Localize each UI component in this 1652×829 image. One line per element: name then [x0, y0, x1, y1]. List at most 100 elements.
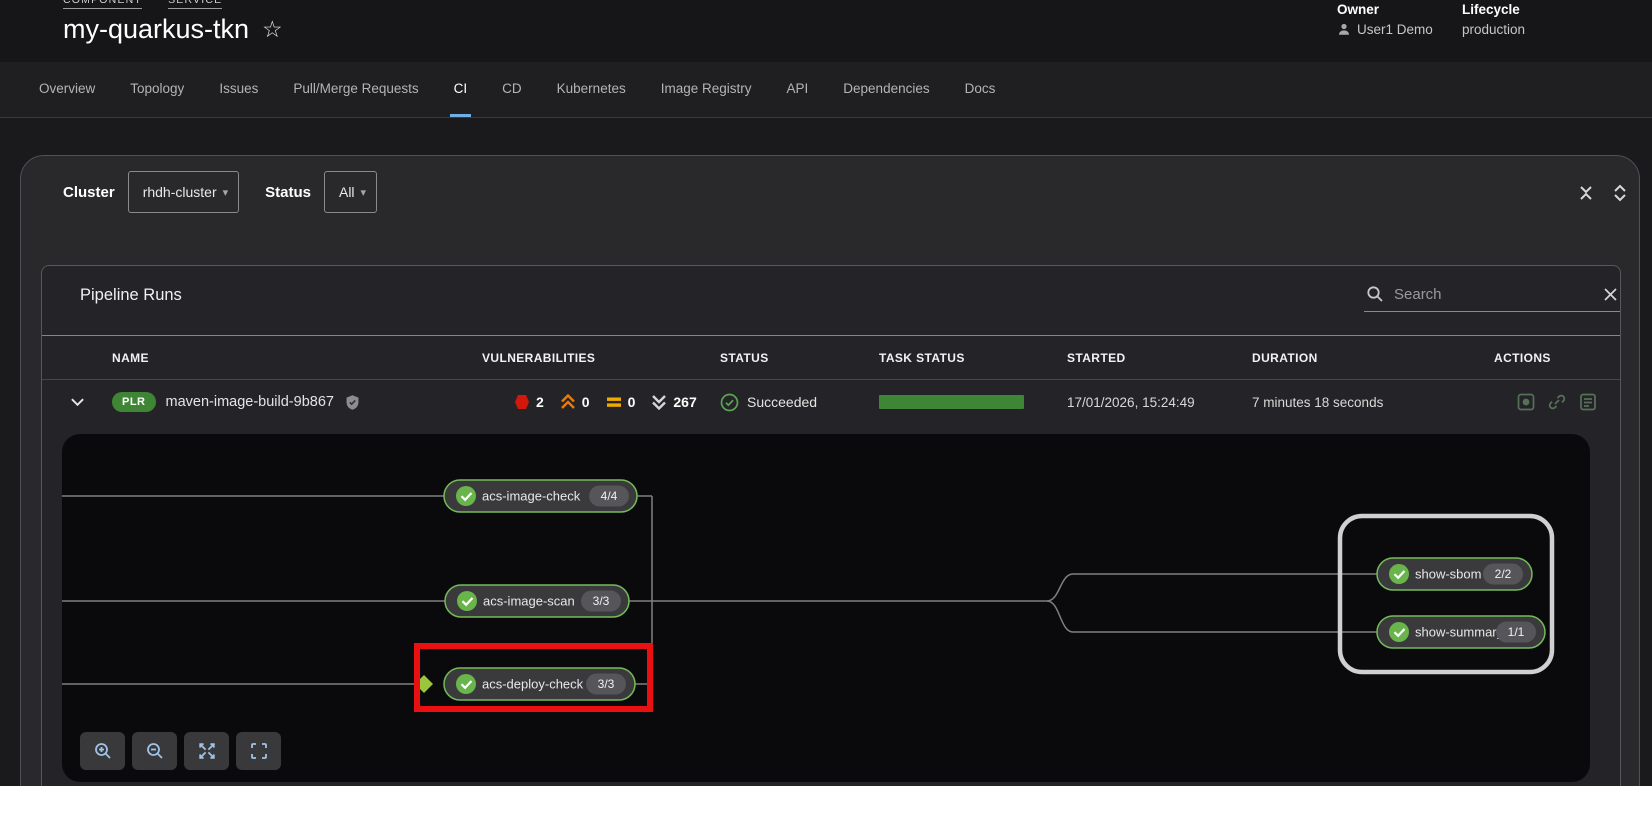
task-node-acs-deploy-check[interactable]: acs-deploy-check 3/3 — [444, 668, 635, 700]
cluster-label: Cluster — [63, 184, 115, 201]
breadcrumb-service[interactable]: SERVICE — [168, 0, 222, 9]
lifecycle-label: Lifecycle — [1462, 2, 1525, 17]
logs-icon[interactable] — [1578, 392, 1598, 412]
zoom-in-icon[interactable] — [80, 732, 125, 770]
output-icon[interactable] — [1516, 392, 1536, 412]
tab-ci[interactable]: CI — [450, 62, 472, 117]
row-expand-chevron-icon[interactable] — [42, 397, 112, 408]
low-severity-icon — [651, 394, 667, 410]
started-value: 17/01/2026, 15:24:49 — [1067, 395, 1252, 410]
duration-value: 7 minutes 18 seconds — [1252, 395, 1454, 410]
svg-text:3/3: 3/3 — [593, 594, 610, 608]
task-node-acs-image-check[interactable]: acs-image-check 4/4 — [444, 480, 637, 512]
check-circle-icon — [1389, 622, 1409, 642]
status-select[interactable]: All ▾ — [324, 171, 377, 213]
check-circle-icon — [1389, 564, 1409, 584]
zoom-out-icon[interactable] — [132, 732, 177, 770]
important-severity-icon — [560, 394, 576, 410]
pipeline-runs-table: NAME VULNERABILITIES STATUS TASK STATUS … — [42, 335, 1620, 424]
svg-text:acs-deploy-check: acs-deploy-check — [482, 677, 584, 692]
actions-cell — [1454, 392, 1620, 412]
status-label: Status — [265, 184, 311, 201]
tab-topology[interactable]: Topology — [126, 62, 188, 117]
owner-value[interactable]: User1 Demo — [1357, 22, 1433, 37]
app-header: COMPONENT SERVICE my-quarkus-tkn ☆ Owner… — [0, 0, 1652, 62]
succeeded-check-icon — [720, 393, 739, 412]
col-actions: ACTIONS — [1454, 351, 1620, 365]
filter-row: Cluster rhdh-cluster ▾ Status All ▾ — [21, 156, 1639, 218]
tab-cd[interactable]: CD — [498, 62, 526, 117]
person-icon — [1337, 22, 1351, 37]
graph-controls — [80, 732, 281, 770]
check-circle-icon — [456, 674, 476, 694]
task-node-show-summary[interactable]: show-summary 1/1 — [1377, 616, 1545, 648]
check-circle-icon — [456, 486, 476, 506]
plr-badge[interactable]: PLR — [112, 392, 156, 412]
critical-vuln: 2 — [514, 394, 544, 410]
svg-text:acs-image-scan: acs-image-scan — [483, 594, 575, 609]
search-icon — [1366, 285, 1384, 303]
task-node-show-sbom[interactable]: show-sbom 2/2 — [1377, 558, 1532, 590]
entity-tabs: Overview Topology Issues Pull/Merge Requ… — [0, 62, 1652, 118]
important-vuln: 0 — [560, 394, 590, 410]
chevron-down-icon: ▾ — [361, 186, 367, 199]
vulnerabilities-cell: 2 0 0 267 — [482, 394, 720, 410]
chevron-down-icon: ▾ — [223, 186, 229, 199]
moderate-severity-icon — [606, 394, 622, 410]
task-node-acs-image-scan[interactable]: acs-image-scan 3/3 — [445, 585, 629, 617]
search-box — [1364, 281, 1621, 312]
pipeline-edges — [62, 496, 1377, 684]
col-status: STATUS — [720, 351, 879, 365]
page-title: my-quarkus-tkn — [63, 14, 249, 45]
table-header-row: NAME VULNERABILITIES STATUS TASK STATUS … — [42, 336, 1620, 380]
close-icon[interactable] — [1603, 287, 1618, 302]
tab-docs[interactable]: Docs — [961, 62, 1000, 117]
tab-pull-merge-requests[interactable]: Pull/Merge Requests — [289, 62, 422, 117]
tab-issues[interactable]: Issues — [215, 62, 262, 117]
task-status-bar — [879, 395, 1024, 409]
tab-overview[interactable]: Overview — [35, 62, 99, 117]
collapse-all-icon[interactable] — [1577, 182, 1595, 207]
svg-text:acs-image-check: acs-image-check — [482, 489, 581, 504]
search-input[interactable] — [1394, 286, 1593, 303]
check-circle-icon — [457, 591, 477, 611]
tab-dependencies[interactable]: Dependencies — [839, 62, 933, 117]
svg-text:show-summary: show-summary — [1415, 625, 1504, 640]
tab-kubernetes[interactable]: Kubernetes — [553, 62, 630, 117]
col-task-status: TASK STATUS — [879, 351, 1067, 365]
col-vulnerabilities: VULNERABILITIES — [482, 351, 720, 365]
favorite-star-icon[interactable]: ☆ — [262, 18, 283, 41]
ci-card: Cluster rhdh-cluster ▾ Status All ▾ — [20, 155, 1640, 829]
svg-text:2/2: 2/2 — [1495, 567, 1512, 581]
owner-label: Owner — [1337, 2, 1433, 17]
cluster-select[interactable]: rhdh-cluster ▾ — [128, 171, 239, 213]
moderate-vuln: 0 — [606, 394, 636, 410]
owner-block: Owner User1 Demo — [1337, 2, 1433, 37]
status-value: Succeeded — [747, 394, 817, 410]
expand-all-icon[interactable] — [1611, 182, 1629, 207]
svg-text:3/3: 3/3 — [598, 677, 615, 691]
link-icon[interactable] — [1547, 392, 1567, 412]
svg-text:1/1: 1/1 — [1508, 625, 1525, 639]
critical-severity-icon — [514, 394, 530, 410]
table-row: PLR maven-image-build-9b867 2 — [42, 380, 1620, 424]
lifecycle-value: production — [1462, 22, 1525, 37]
shield-icon — [344, 394, 361, 411]
svg-text:4/4: 4/4 — [601, 489, 618, 503]
pipeline-visualization[interactable]: acs-image-check 4/4 acs-image-scan 3/3 — [62, 434, 1590, 782]
fit-to-screen-icon[interactable] — [184, 732, 229, 770]
breadcrumb-component[interactable]: COMPONENT — [63, 0, 142, 9]
svg-text:show-sbom: show-sbom — [1415, 567, 1481, 582]
reset-view-icon[interactable] — [236, 732, 281, 770]
col-started: STARTED — [1067, 351, 1252, 365]
col-duration: DURATION — [1252, 351, 1454, 365]
breadcrumb: COMPONENT SERVICE — [63, 0, 222, 9]
lifecycle-block: Lifecycle production — [1462, 2, 1525, 37]
bottom-white-band — [0, 786, 1652, 829]
tab-api[interactable]: API — [783, 62, 813, 117]
pipeline-run-name[interactable]: maven-image-build-9b867 — [166, 394, 334, 410]
tab-image-registry[interactable]: Image Registry — [657, 62, 756, 117]
low-vuln: 267 — [651, 394, 696, 410]
pipeline-runs-card: Pipeline Runs — [41, 265, 1621, 829]
pipeline-runs-title: Pipeline Runs — [80, 281, 182, 305]
